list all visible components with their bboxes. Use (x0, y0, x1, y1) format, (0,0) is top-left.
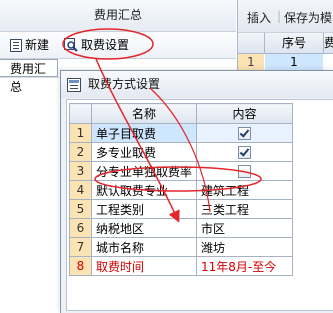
table-row[interactable]: 3 分专业单独取费率 (69, 161, 294, 181)
checkbox[interactable] (238, 165, 252, 178)
setting-value[interactable]: 三类工程 (196, 199, 294, 219)
new-button[interactable]: 新建 (10, 36, 49, 54)
setting-name[interactable]: 工程类别 (90, 199, 198, 219)
setting-value[interactable] (196, 161, 294, 181)
fee-settings-button[interactable]: 取费设置 (64, 36, 129, 54)
fee-settings-label: 取费设置 (81, 38, 130, 52)
settings-search-icon (64, 38, 78, 57)
right-toolbar: 插入 | 保存为模 (238, 0, 333, 33)
table-row[interactable]: 4 默认取费专业 建筑工程 (69, 180, 294, 200)
setting-name[interactable]: 纳税地区 (90, 218, 198, 238)
row-number: 1 (69, 123, 92, 143)
row-number: 6 (69, 218, 92, 238)
row-number: 4 (69, 180, 92, 200)
corner-header (69, 103, 92, 124)
row-number: 3 (69, 161, 92, 181)
column-header-fee[interactable]: 费 (324, 33, 333, 53)
setting-name[interactable]: 默认取费专业 (90, 180, 198, 200)
checkbox[interactable] (238, 127, 252, 140)
table-row[interactable]: 6 纳税地区 市区 (69, 218, 294, 238)
column-header-content[interactable]: 内容 (196, 103, 294, 124)
setting-name[interactable]: 城市名称 (90, 237, 198, 257)
setting-value[interactable]: 11年8月-至今 (196, 256, 294, 276)
tree-item-fee-summary[interactable]: 费用汇总 (0, 59, 58, 94)
grid-corner[interactable] (244, 35, 262, 51)
settings-table: 名称 内容 1 单子目取费 2 多专业取费 3 分专业单独取费率 4 默认取费专… (69, 103, 294, 276)
dialog-content: 名称 内容 1 单子目取费 2 多专业取费 3 分专业单独取费率 4 默认取费专… (66, 99, 333, 311)
setting-value[interactable] (196, 142, 294, 162)
dialog-titlebar[interactable]: 取费方式设置 (61, 71, 333, 98)
insert-button[interactable]: 插入 (247, 9, 271, 26)
column-header-name[interactable]: 名称 (90, 103, 198, 124)
table-row[interactable]: 5 工程类别 三类工程 (69, 199, 294, 219)
dialog-title: 取费方式设置 (88, 77, 161, 91)
setting-value[interactable] (196, 123, 294, 143)
table-row[interactable]: 7 城市名称 潍坊 (69, 237, 294, 257)
seq-cell[interactable]: 1 (265, 54, 323, 71)
table-row[interactable]: 2 多专业取费 (69, 142, 294, 162)
grid-header: 序号 费 (238, 33, 333, 54)
row-number: 5 (69, 199, 92, 219)
list-icon (10, 39, 22, 57)
row-number: 8 (69, 256, 92, 276)
new-button-label: 新建 (25, 38, 50, 52)
row-number: 2 (69, 142, 92, 162)
table-row[interactable]: 8 取费时间 11年8月-至今 (69, 256, 294, 276)
row-number: 1 (238, 54, 264, 71)
setting-value[interactable]: 市区 (196, 218, 294, 238)
setting-value[interactable]: 建筑工程 (196, 180, 294, 200)
toolbar-separator: | (277, 9, 282, 23)
fee-method-dialog: 取费方式设置 名称 内容 1 单子目取费 2 多专业取费 3 分专业单独取费率 … (60, 70, 333, 313)
setting-value[interactable]: 潍坊 (196, 237, 294, 257)
settings-window-icon (66, 77, 82, 93)
column-header-seq[interactable]: 序号 (264, 33, 324, 53)
panel-title: 费用汇总 (0, 0, 236, 32)
table-header-row: 名称 内容 (69, 103, 294, 124)
setting-name[interactable]: 多专业取费 (90, 142, 198, 162)
setting-name[interactable]: 单子目取费 (90, 123, 198, 143)
setting-name[interactable]: 取费时间 (90, 256, 198, 276)
setting-name[interactable]: 分专业单独取费率 (90, 161, 198, 181)
row-number: 7 (69, 237, 92, 257)
save-as-template-button[interactable]: 保存为模 (284, 9, 332, 26)
table-row[interactable]: 1 单子目取费 (69, 123, 294, 143)
checkbox[interactable] (238, 146, 252, 159)
left-toolbar: 新建 取费设置 (0, 32, 236, 59)
